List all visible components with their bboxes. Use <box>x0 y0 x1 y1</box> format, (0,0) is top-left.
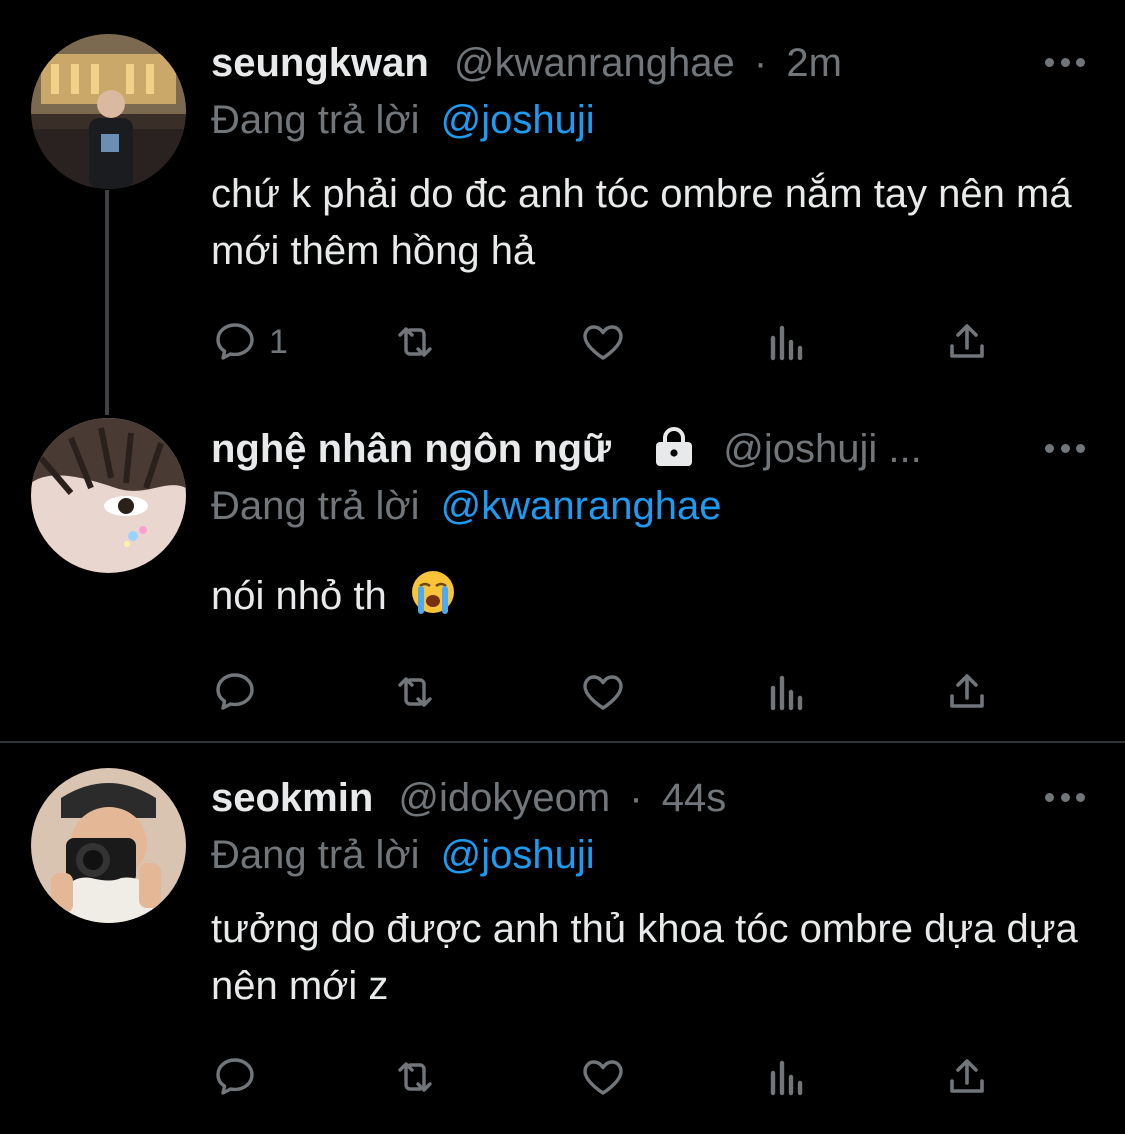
share-button[interactable] <box>943 1053 991 1101</box>
more-icon[interactable] <box>1045 442 1085 454</box>
like-icon <box>583 325 623 360</box>
reply-count: 1 <box>269 322 288 361</box>
avatar[interactable] <box>31 418 186 573</box>
like-icon <box>583 675 623 710</box>
tweet-text: chứ k phải do đc anh tóc ombre nắm tay n… <box>211 172 1072 273</box>
mention-link[interactable]: @kwanranghae <box>441 484 722 528</box>
share-button[interactable] <box>943 318 991 366</box>
share-button[interactable] <box>943 668 991 716</box>
action-bar <box>211 668 1001 716</box>
avatar[interactable] <box>31 768 186 923</box>
action-bar: 1 <box>211 318 1001 366</box>
display-name[interactable]: seungkwan <box>211 41 429 85</box>
display-name[interactable]: seokmin <box>211 776 373 820</box>
reply-button[interactable]: 1 <box>211 318 288 366</box>
like-icon <box>583 1060 623 1095</box>
user-handle[interactable]: @joshuji ... <box>723 427 921 471</box>
more-icon[interactable] <box>1045 56 1085 68</box>
tweet-text: nói nhỏ th <box>211 574 387 618</box>
like-button[interactable] <box>579 318 627 366</box>
reply-icon <box>216 1058 254 1095</box>
retweet-icon <box>398 327 432 357</box>
views-icon <box>770 675 803 711</box>
retweet-button[interactable] <box>391 668 439 716</box>
views-icon <box>770 325 803 361</box>
like-button[interactable] <box>579 668 627 716</box>
retweet-icon <box>398 1062 432 1092</box>
more-icon[interactable] <box>1045 791 1085 803</box>
replying-to-label: Đang trả lời <box>211 98 420 142</box>
mention-link[interactable]: @joshuji <box>441 833 595 877</box>
user-handle[interactable]: @kwanranghae <box>454 41 735 85</box>
tweet-joshuji[interactable]: nghệ nhân ngôn ngữ @joshuji ... Đang trả… <box>0 400 1125 740</box>
reply-button[interactable] <box>211 1053 259 1101</box>
lock-icon <box>656 427 693 466</box>
timestamp[interactable]: 2m <box>786 41 842 85</box>
views-button[interactable] <box>763 1053 811 1101</box>
views-button[interactable] <box>763 318 811 366</box>
replying-to-label: Đang trả lời <box>211 484 420 528</box>
mention-link[interactable]: @joshuji <box>441 98 595 142</box>
retweet-button[interactable] <box>391 1053 439 1101</box>
share-icon <box>950 1059 984 1093</box>
timestamp[interactable]: 44s <box>662 776 727 820</box>
replying-to-label: Đang trả lời <box>211 833 420 877</box>
share-icon <box>950 324 984 358</box>
reply-icon <box>216 323 254 360</box>
tweet-text: tưởng do được anh thủ khoa tóc ombre dựa… <box>211 907 1078 1008</box>
separator-dot: · <box>629 776 643 820</box>
views-button[interactable] <box>763 668 811 716</box>
views-icon <box>770 1060 803 1096</box>
reply-button[interactable] <box>211 668 259 716</box>
user-handle[interactable]: @idokyeom <box>398 776 610 820</box>
separator-dot: · <box>753 41 768 85</box>
retweet-icon <box>398 677 432 707</box>
reply-icon <box>216 673 254 710</box>
like-button[interactable] <box>579 1053 627 1101</box>
avatar[interactable] <box>31 34 186 189</box>
tweet-seungkwan[interactable]: seungkwan @kwanranghae · 2m Đang trả lời… <box>0 0 1125 400</box>
action-bar <box>211 1053 1001 1101</box>
tweet-seokmin[interactable]: seokmin @idokyeom · 44s Đang trả lời @jo… <box>0 743 1125 1134</box>
loudly-crying-face-icon <box>411 571 454 614</box>
share-icon <box>950 674 984 708</box>
retweet-button[interactable] <box>391 318 439 366</box>
display-name[interactable]: nghệ nhân ngôn ngữ <box>211 427 611 471</box>
